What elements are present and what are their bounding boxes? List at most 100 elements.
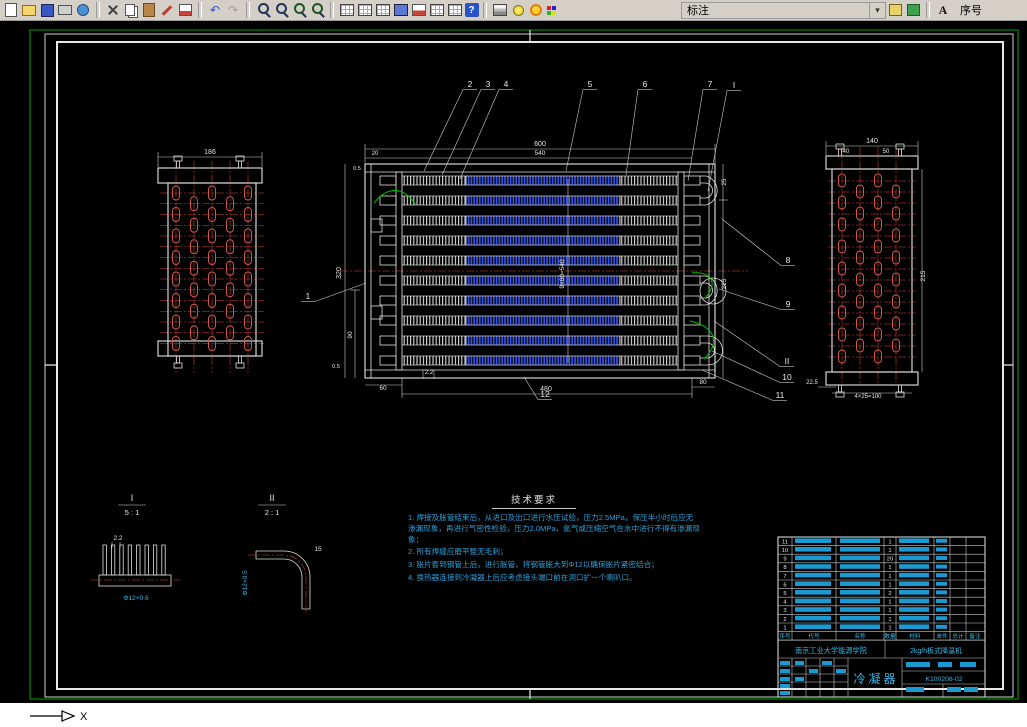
bom-code-bar [795, 590, 831, 595]
fin-block-mid [466, 356, 620, 365]
bom-code-bar [795, 538, 831, 543]
main-view [340, 164, 748, 378]
open-icon[interactable] [21, 2, 38, 18]
callout-7: 7 [708, 79, 713, 89]
help-icon[interactable]: ? [465, 3, 479, 17]
right-view-studs [836, 144, 904, 397]
seq-label: 序号 [960, 2, 982, 18]
layer-on-icon[interactable] [510, 2, 527, 18]
dim-stub: 60 [379, 385, 387, 392]
layer-color-icon[interactable] [546, 2, 563, 18]
viewport-icon[interactable] [393, 2, 410, 18]
bom-weight-bar [936, 573, 947, 577]
tube-stub [684, 216, 700, 225]
save-icon[interactable] [39, 2, 56, 18]
tube-stub [380, 296, 396, 305]
new-icon[interactable] [3, 2, 20, 18]
bom-row-qty: 2 [888, 591, 891, 597]
bom-row-qty: 1 [888, 548, 891, 554]
drawing-sheet: 234567I189II101112 18660054020320900.50.… [0, 21, 1027, 703]
redo-icon[interactable]: ↷ [225, 2, 242, 18]
table-icon[interactable] [339, 2, 356, 18]
drawing-canvas[interactable]: 234567I189II101112 18660054020320900.50.… [0, 21, 1027, 703]
bom-material-bar [899, 564, 929, 569]
dim-wall_top: 0.5 [353, 166, 361, 172]
tech-item: 2. 所有焊缝应磨平整无毛刺； [408, 547, 700, 558]
dim-right_height: 215 [721, 278, 728, 289]
bom-row-no: 7 [783, 574, 786, 580]
bom-weight-bar [936, 625, 947, 629]
zoom-realtime-icon[interactable] [273, 2, 290, 18]
cells-icon[interactable] [375, 2, 392, 18]
bom-row-no: 4 [783, 600, 787, 606]
fin-block [402, 196, 466, 205]
text-style-icon[interactable]: A [935, 2, 952, 18]
pan-icon[interactable] [255, 2, 272, 18]
detail-view-1: I 5 : 1 2.2 Φ12×0.6 [90, 493, 180, 602]
fin-tooth [153, 545, 156, 575]
dim-fin_pitch: 2.2 [425, 370, 434, 376]
bom-material-bar [899, 599, 929, 604]
bom-row-qty: 1 [888, 600, 891, 606]
undo-icon[interactable]: ↶ [207, 2, 224, 18]
fin-block-mid [466, 336, 620, 345]
sheetset-icon[interactable] [887, 2, 904, 18]
tech-item: 3. 胀片套到钢管上后，进行胀管，将钢管胀大到Φ12以确保胀片紧密结合； [408, 560, 700, 571]
toolbar-separator [246, 2, 250, 18]
sheet-icon[interactable] [357, 2, 374, 18]
layers-icon[interactable] [492, 2, 509, 18]
markup-icon[interactable] [411, 2, 428, 18]
fin-block [402, 176, 466, 185]
fin-tooth [111, 545, 114, 575]
list-icon[interactable] [429, 2, 446, 18]
detail-label: II [269, 493, 274, 503]
layer-freeze-icon[interactable] [528, 2, 545, 18]
matchprop-icon[interactable] [159, 2, 176, 18]
fin-tooth [145, 545, 148, 575]
dim-side_height: 215 [920, 270, 927, 281]
bom-row-no: 9 [783, 557, 786, 563]
tube-stub [684, 276, 700, 285]
etransmit-icon[interactable] [905, 2, 922, 18]
detail-label: I [131, 493, 134, 503]
bom-weight-bar [936, 556, 947, 560]
callout-4: 4 [504, 79, 509, 89]
bom-name-bar [840, 573, 880, 578]
calc-icon[interactable] [447, 2, 464, 18]
bom-material-bar [899, 538, 929, 543]
bom-row-qty: 1 [888, 608, 891, 614]
finned-tube-rows [380, 176, 700, 365]
copy-icon[interactable] [123, 2, 140, 18]
sheet-edge [45, 34, 1013, 697]
toolbar-separator [926, 2, 930, 18]
fin-teeth [103, 545, 165, 575]
bom-row-no: 11 [782, 539, 788, 545]
callout-leader [708, 91, 727, 192]
zoom-previous-icon[interactable] [309, 2, 326, 18]
publish-icon[interactable] [75, 2, 92, 18]
dim-side_a: 40 [843, 149, 850, 155]
fin-tooth [128, 545, 131, 575]
bom-material-bar [899, 607, 929, 612]
bom-row-qty: 1 [888, 617, 891, 623]
dim-height: 320 [336, 267, 343, 279]
dim-bottom: 480 [540, 386, 552, 393]
callout-6: 6 [643, 79, 648, 89]
callout-5: 5 [588, 79, 593, 89]
dim-pitch: 9×60=540 [559, 259, 566, 289]
callout-leader [524, 377, 538, 400]
fin-block [402, 216, 466, 225]
tube-stub [380, 236, 396, 245]
cut-icon[interactable] [105, 2, 122, 18]
bom-name-bar [840, 616, 880, 621]
erase-icon[interactable] [177, 2, 194, 18]
dim-style-combo[interactable]: 标注▾ [681, 2, 886, 19]
chevron-down-icon[interactable]: ▾ [869, 3, 885, 18]
plot-icon[interactable] [57, 2, 74, 18]
callout-leader [712, 351, 780, 383]
zoom-window-icon[interactable] [291, 2, 308, 18]
ucs-arrowhead [62, 711, 74, 721]
paste-icon[interactable] [141, 2, 158, 18]
callout-leader [424, 90, 463, 172]
bom-header: 材料 [909, 632, 921, 640]
